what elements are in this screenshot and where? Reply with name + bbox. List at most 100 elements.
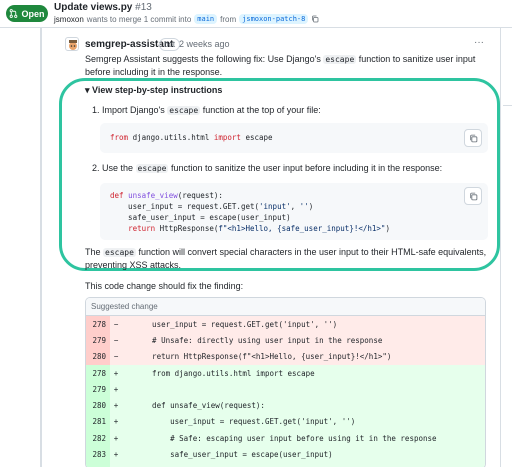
comment-intro: Semgrep Assistant suggests the following… (85, 53, 495, 78)
head-branch[interactable]: jsmoxon-patch-8 (239, 14, 309, 24)
sidebar-divider (500, 28, 501, 467)
pr-title: Update views.py #13 (54, 2, 152, 13)
fix-note: This code change should fix the finding: (85, 281, 244, 291)
diff-code: # Unsafe: directly using user input in t… (134, 335, 383, 345)
code-line: return HttpResponse(f"<h1>Hello, {safe_u… (110, 224, 390, 233)
details-toggle[interactable]: ▾ View step-by-step instructions (85, 85, 222, 96)
diff-line-number[interactable]: 279 (86, 332, 110, 349)
diff-code: user_input = request.GET.get('input', ''… (134, 319, 338, 329)
diff-line-number[interactable]: 281 (86, 413, 110, 431)
diff-row: 280− return HttpResponse(f"<h1>Hello, {u… (86, 348, 485, 365)
diff-line-number[interactable]: 280 (86, 397, 110, 414)
code-token: , (290, 202, 300, 211)
outro-code: escape (103, 248, 136, 257)
step-1: 1. Import Django's escape function at th… (92, 105, 321, 115)
diff-line-number[interactable]: 279 (86, 381, 110, 398)
step1-code: escape (167, 106, 201, 115)
pr-title-text: Update views.py (54, 2, 133, 13)
kebab-menu-icon[interactable]: ··· (474, 37, 484, 48)
code-token: ) (308, 202, 314, 211)
semgrep-avatar-icon (69, 40, 77, 50)
diff-sign: − (113, 352, 119, 362)
diff-code: def unsafe_view(request): (134, 401, 265, 411)
code-token: 'input' (259, 202, 291, 211)
copy-code-icon (469, 134, 477, 142)
diff-row: 278 + from django.utils.html import escap… (86, 364, 485, 382)
from-text: from (220, 14, 237, 24)
diff-line-number[interactable]: 278 (86, 316, 110, 333)
code-token: safe_user_input = escape(user_input) (110, 213, 291, 222)
diff-line-number[interactable]: 280 (86, 348, 110, 365)
step2-text-a: 2. Use the (92, 163, 134, 173)
diff-line-number[interactable]: 278 (86, 364, 110, 382)
base-branch[interactable]: main (194, 14, 218, 24)
diff-row: 284+ return HttpResponse(f"<h1>Hello, {s… (86, 462, 485, 467)
diff-sign: + (113, 433, 119, 443)
pr-header: Open Update views.py #13 jsmoxon wants t… (0, 0, 512, 28)
code-token: f"<h1>Hello, {safe_user_input}!</h1>" (218, 224, 386, 233)
code-token: HttpResponse( (155, 224, 219, 233)
diff-row: 283 + safe_user_input = escape(user_input… (86, 446, 485, 463)
diff-code: return HttpResponse(f"<h1>Hello, {user_i… (134, 352, 392, 362)
pr-open-icon (10, 9, 18, 18)
copy-icon[interactable] (311, 15, 319, 23)
code-name: escape (240, 133, 273, 142)
step1-text-a: 1. Import Django's (92, 105, 165, 115)
code-token: unsafe_view (128, 191, 178, 200)
copy-code-button[interactable] (464, 129, 482, 147)
diff-line-number[interactable]: 284 (86, 462, 110, 467)
outro-text-b: function will convert special characters… (85, 247, 487, 270)
pr-number: #13 (135, 2, 152, 13)
diff-sign: + (113, 401, 119, 411)
diff-line-number[interactable]: 282 (86, 430, 110, 447)
diff-code: from django.utils.html import escape (134, 368, 315, 378)
bot-badge: bot (159, 38, 181, 51)
pr-status-label: Open (21, 8, 45, 19)
comment-outro: The escape function will convert special… (85, 246, 495, 271)
diff-sign: + (113, 384, 119, 394)
suggested-change: Suggested change 278− user_input = reque… (85, 297, 486, 467)
diff-row: 281 + user_input = request.GET.get('input… (86, 413, 485, 431)
suggested-change-header: Suggested change (86, 298, 485, 316)
code-token: '' (299, 202, 309, 211)
diff-rows: 278− user_input = request.GET.get('input… (86, 316, 485, 467)
diff-code: user_input = request.GET.get('input', ''… (134, 417, 356, 427)
diff-sign: + (113, 450, 119, 460)
pr-author-link[interactable]: jsmoxon (54, 15, 84, 24)
code-line: user_input = request.GET.get('input', ''… (110, 202, 313, 211)
code-block-view: def unsafe_view(request): user_input = r… (100, 183, 488, 240)
diff-row: 279 + (86, 381, 485, 398)
avatar[interactable] (65, 37, 79, 51)
intro-text-1: Semgrep Assistant suggests the following… (85, 54, 321, 64)
step2-code: escape (135, 164, 169, 173)
diff-row: 279− # Unsafe: directly using user input… (86, 332, 485, 349)
diff-sign: − (113, 319, 119, 329)
diff-line-number[interactable]: 283 (86, 446, 110, 463)
diff-row: 280 + def unsafe_view(request): (86, 397, 485, 414)
timeline-line (40, 28, 42, 467)
diff-sign: − (113, 335, 119, 345)
diff-sign: + (113, 417, 119, 427)
comment-time[interactable]: 2 weeks ago (179, 39, 230, 49)
code-module: django.utils.html (128, 133, 214, 142)
code-keyword: import (213, 133, 241, 142)
code-token: def (110, 191, 124, 200)
outro-text-a: The (85, 247, 101, 257)
copy-code-button[interactable] (464, 187, 482, 205)
sidebar-tick (503, 105, 512, 106)
diff-row: 278− user_input = request.GET.get('input… (86, 316, 485, 333)
code-block-import: from django.utils.html import escape (100, 123, 488, 153)
diff-code: safe_user_input = escape(user_input) (134, 450, 333, 460)
diff-code: # Safe: escaping user input before using… (134, 433, 437, 443)
code-line: safe_user_input = escape(user_input) (110, 213, 291, 222)
code-line: def unsafe_view(request): (110, 191, 223, 200)
merge-text: wants to merge 1 commit into (86, 14, 192, 24)
code-token: user_input = request.GET.get( (110, 202, 260, 211)
diff-sign: + (113, 368, 119, 378)
diff-row: 282 + # Safe: escaping user input before … (86, 430, 485, 447)
step1-text-b: function at the top of your file: (202, 105, 321, 115)
pr-status-badge: Open (6, 5, 48, 22)
code-keyword: from (110, 133, 129, 142)
code-token: ) (385, 224, 390, 233)
